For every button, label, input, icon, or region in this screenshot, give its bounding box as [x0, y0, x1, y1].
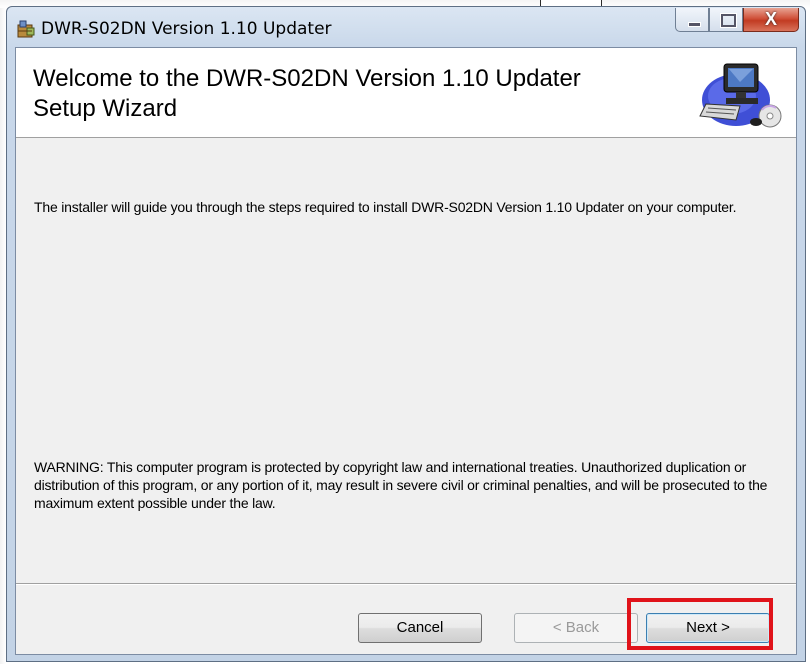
- minimize-icon: [688, 22, 701, 27]
- title-bar[interactable]: DWR-S02DN Version 1.10 Updater X: [7, 7, 805, 47]
- cancel-button[interactable]: Cancel: [358, 613, 482, 643]
- close-button[interactable]: X: [743, 8, 799, 32]
- caption-buttons: X: [675, 8, 799, 34]
- maximize-icon: [721, 14, 736, 27]
- next-button-highlight: [627, 598, 773, 650]
- installer-window: DWR-S02DN Version 1.10 Updater X Welcome…: [6, 6, 806, 662]
- back-button[interactable]: < Back: [514, 613, 638, 643]
- computer-setup-icon: [699, 63, 782, 128]
- button-separator: [16, 583, 796, 585]
- window-title: DWR-S02DN Version 1.10 Updater: [41, 19, 332, 39]
- wizard-banner: Welcome to the DWR-S02DN Version 1.10 Up…: [16, 48, 796, 138]
- maximize-button[interactable]: [709, 8, 743, 32]
- close-icon: X: [764, 9, 777, 29]
- minimize-button[interactable]: [675, 8, 709, 32]
- copyright-warning: WARNING: This computer program is protec…: [34, 459, 768, 511]
- intro-text: The installer will guide you through the…: [34, 199, 737, 215]
- installer-app-icon: [17, 20, 35, 38]
- wizard-heading: Welcome to the DWR-S02DN Version 1.10 Up…: [33, 65, 581, 122]
- wizard-client-area: Welcome to the DWR-S02DN Version 1.10 Up…: [15, 47, 797, 655]
